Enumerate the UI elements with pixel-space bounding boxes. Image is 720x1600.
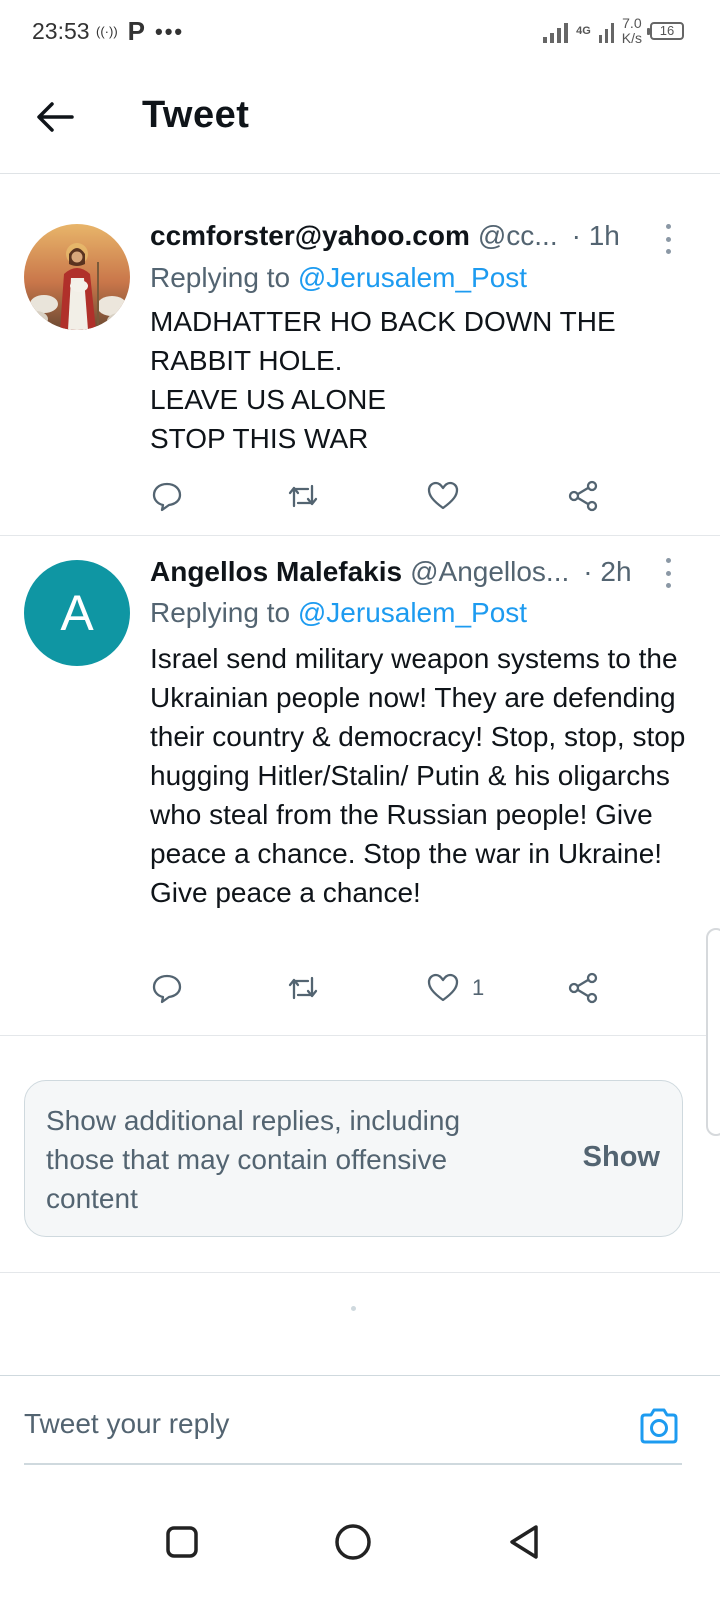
recents-square-icon [166, 1526, 198, 1558]
back-nav-button[interactable] [500, 1518, 548, 1566]
avatar[interactable] [24, 224, 130, 330]
mention-link[interactable]: @Jerusalem_Post [298, 597, 527, 628]
replying-to: Replying to @Jerusalem_Post [150, 597, 527, 629]
replying-to-label: Replying to [150, 597, 298, 628]
divider [0, 1272, 720, 1273]
show-more-text: Show additional replies, including those… [46, 1105, 461, 1214]
reply-button[interactable] [150, 968, 184, 1008]
retweet-button[interactable] [286, 476, 320, 516]
app-header: Tweet [0, 64, 720, 174]
page-title: Tweet [142, 94, 250, 136]
p-icon: P [127, 16, 145, 46]
retweet-icon [288, 976, 318, 1000]
tweet-time: · 2h [583, 556, 632, 587]
recents-button[interactable] [158, 1518, 206, 1566]
arrow-left-icon [37, 102, 74, 132]
speed-unit: K/s [621, 30, 642, 46]
speed-value: 7.0 [622, 15, 642, 31]
replying-to: Replying to @Jerusalem_Post [150, 262, 527, 294]
status-left-icons: ((·)) P ••• [96, 16, 184, 47]
like-count: 1 [472, 975, 485, 1000]
home-button[interactable] [329, 1518, 377, 1566]
edge-panel-handle[interactable] [706, 928, 720, 1136]
battery-icon: 16 [647, 22, 684, 40]
replying-to-label: Replying to [150, 262, 298, 293]
status-bar: 23:53 ((·)) P ••• 4G 7.0 K/s 16 [0, 0, 720, 64]
tweet-author-name[interactable]: ccmforster@yahoo.com [150, 220, 470, 252]
heart-icon [427, 973, 459, 1002]
more-options-button[interactable] [660, 224, 676, 254]
tweet-header: Angellos Malefakis @Angellos... · 2h [150, 556, 696, 588]
more-options-button[interactable] [660, 558, 676, 588]
avatar[interactable]: A [24, 560, 130, 666]
signal-2-icon [598, 19, 614, 43]
reply-icon [152, 482, 182, 512]
avatar-letter: A [60, 585, 94, 641]
home-circle-icon [335, 1524, 371, 1560]
tweet-text: MADHATTER HO BACK DOWN THE RABBIT HOLE. … [150, 306, 616, 454]
back-button[interactable] [34, 96, 76, 138]
tweet-item[interactable]: ccmforster@yahoo.com @cc... · 1h Replyin… [0, 174, 720, 536]
signal-icon [543, 19, 569, 43]
tweet-text: Israel send military weapon systems to t… [150, 643, 686, 908]
more-dots-icon: ••• [155, 18, 185, 44]
share-button[interactable] [566, 476, 600, 516]
tweet-actions [150, 476, 620, 516]
show-more-replies-box: Show additional replies, including those… [24, 1080, 683, 1237]
share-button[interactable] [566, 968, 600, 1008]
network-type: 4G [576, 24, 591, 37]
camera-button[interactable] [638, 1406, 680, 1446]
shepherd-avatar-icon [24, 224, 130, 330]
reply-button[interactable] [150, 476, 184, 516]
reply-input[interactable]: Tweet your reply [24, 1408, 229, 1440]
reply-composer: Tweet your reply [0, 1375, 720, 1465]
tweet-time: · 1h [571, 220, 620, 251]
loading-indicator [351, 1306, 356, 1311]
tweet-actions: 1 [150, 968, 620, 1008]
reply-icon [152, 974, 182, 1004]
mention-link[interactable]: @Jerusalem_Post [298, 262, 527, 293]
heart-icon [427, 481, 459, 510]
retweet-button[interactable] [286, 968, 320, 1008]
like-button[interactable] [426, 476, 472, 516]
tweet-item[interactable]: A Angellos Malefakis @Angellos... · 2h R… [0, 536, 720, 1036]
share-icon [568, 480, 598, 512]
composer-underline [24, 1463, 682, 1465]
show-button[interactable]: Show [583, 1141, 660, 1174]
retweet-icon [288, 484, 318, 508]
share-icon [568, 972, 598, 1004]
tweet-author-handle[interactable]: @Angellos... [410, 556, 569, 588]
network-speed: 7.0 K/s [622, 16, 642, 46]
system-nav-bar [0, 1490, 720, 1600]
tweet-header: ccmforster@yahoo.com @cc... · 1h [150, 220, 696, 252]
hotspot-icon: ((·)) [96, 24, 118, 39]
tweet-author-handle[interactable]: @cc... [478, 220, 558, 252]
back-triangle-icon [510, 1525, 538, 1559]
like-button[interactable]: 1 [426, 968, 484, 1008]
status-time: 23:53 [32, 18, 90, 44]
camera-icon [640, 1408, 678, 1444]
tweet-author-name[interactable]: Angellos Malefakis [150, 556, 402, 588]
status-right-icons: 4G 7.0 K/s 16 [543, 16, 684, 46]
